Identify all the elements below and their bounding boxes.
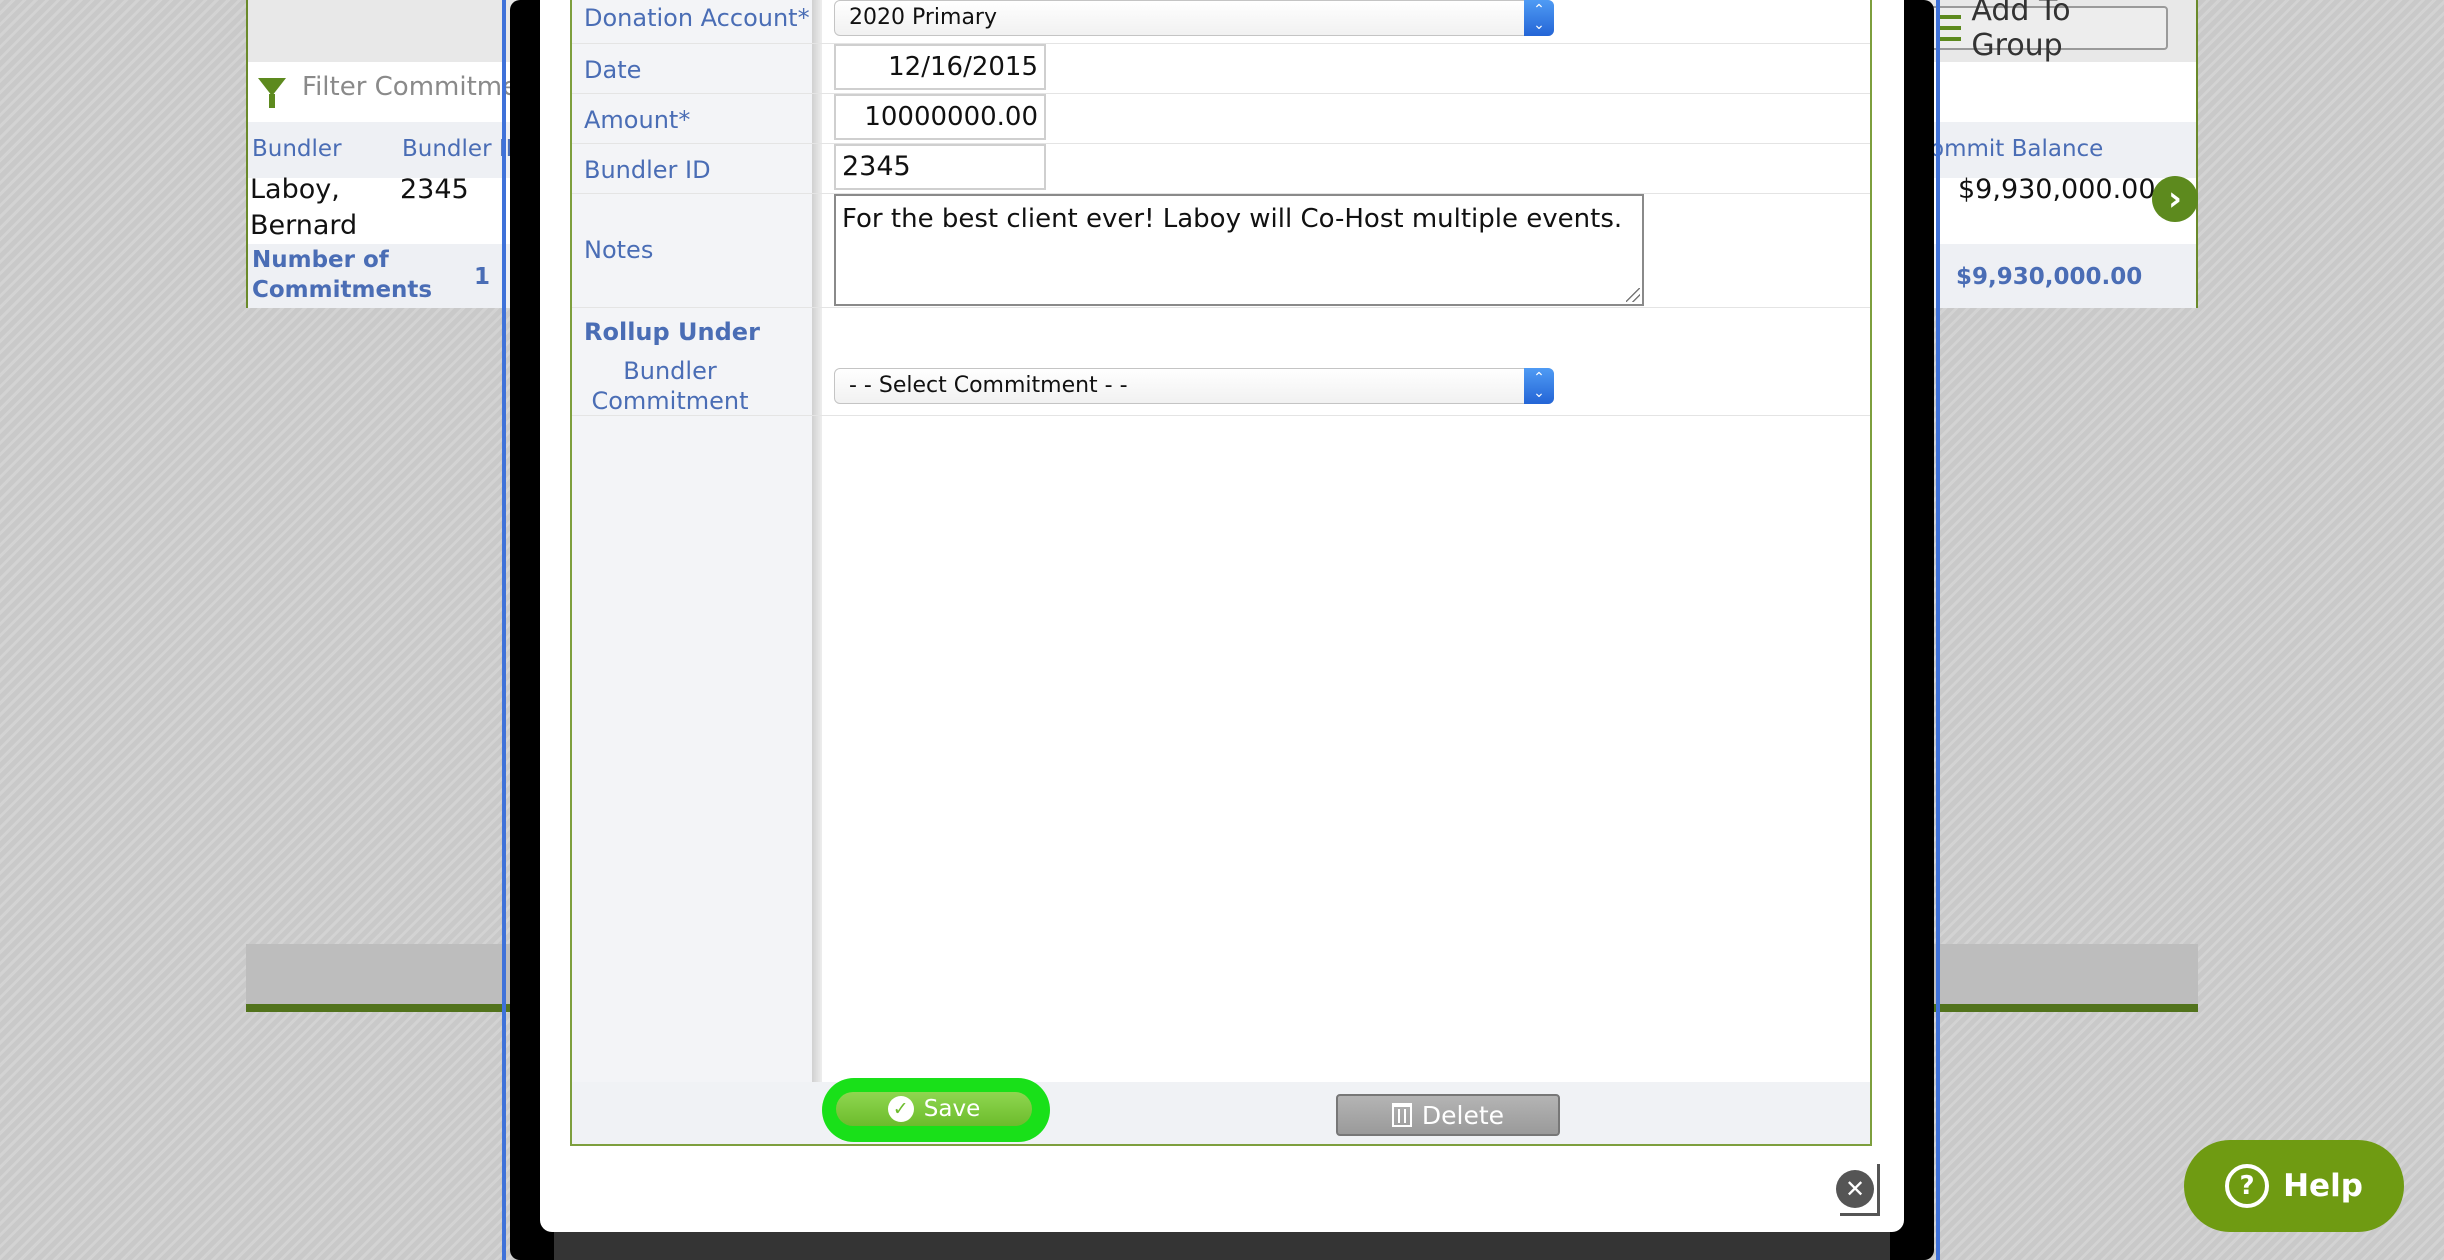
chevron-updown-icon: ⌃ ⌄ — [1524, 368, 1554, 404]
amount-field[interactable]: 10000000.00 — [834, 94, 1046, 140]
row-amount: Amount* 10000000.00 — [572, 94, 1870, 144]
column-commit-balance[interactable]: ommit Balance — [1930, 136, 2103, 162]
help-button[interactable]: ? Help — [2184, 1140, 2404, 1232]
resize-grip-icon[interactable] — [1626, 288, 1640, 302]
right-edge — [1936, 0, 1940, 1260]
footer-count: 1 — [474, 264, 491, 290]
bundler-id-label: Bundler ID — [584, 156, 711, 184]
help-label: Help — [2283, 1168, 2363, 1204]
question-icon: ? — [2225, 1164, 2270, 1208]
cell-bundler-id: 2345 — [400, 174, 469, 205]
date-field[interactable]: 12/16/2015 — [834, 44, 1046, 90]
donation-account-value: 2020 Primary — [849, 5, 997, 30]
column-bundler[interactable]: Bundler — [252, 136, 342, 162]
add-to-group-label: Add To Group — [1971, 0, 2071, 63]
bundler-commitment-value: - - Select Commitment - - — [849, 373, 1128, 398]
footer-total: $9,930,000.00 — [1956, 264, 2143, 290]
amount-label: Amount* — [584, 106, 691, 134]
notes-label: Notes — [584, 236, 654, 264]
bundler-commitment-select[interactable]: - - Select Commitment - - ⌃ ⌄ — [834, 368, 1554, 404]
rollup-under-label: Rollup Under — [584, 318, 760, 346]
row-donation-account: Donation Account* 2020 Primary ⌃ ⌄ — [572, 0, 1870, 44]
bundler-id-field[interactable]: 2345 — [834, 144, 1046, 190]
chevron-updown-icon: ⌃ ⌄ — [1524, 0, 1554, 36]
row-rollup-under: Rollup Under Bundler Commitment - - Sele… — [572, 308, 1870, 416]
cell-bundler: Laboy, Bernard — [250, 174, 358, 241]
row-bundler-id: Bundler ID 2345 — [572, 144, 1870, 194]
filter-icon — [258, 78, 286, 108]
footer-label: Number of Commitments — [252, 247, 433, 303]
commitment-form: Donation Account* 2020 Primary ⌃ ⌄ Date 1… — [570, 0, 1872, 1146]
donation-account-select[interactable]: 2020 Primary ⌃ ⌄ — [834, 0, 1554, 36]
left-edge — [502, 0, 506, 1260]
add-to-group-button[interactable]: Add To Group — [1928, 0, 2168, 63]
form-footer — [572, 1082, 1870, 1144]
save-button[interactable]: ✓ Save — [836, 1092, 1032, 1126]
save-label: Save — [923, 1096, 981, 1122]
notes-textarea[interactable]: For the best client ever! Laboy will Co-… — [834, 194, 1644, 306]
list-icon — [1940, 15, 1962, 41]
row-date: Date 12/16/2015 — [572, 44, 1870, 94]
filter-bar[interactable]: Filter Commitme — [258, 72, 519, 108]
donation-account-label: Donation Account* — [584, 4, 810, 32]
cell-commit-balance: $9,930,000.00 — [1958, 174, 2156, 205]
commitment-modal: Donation Account* 2020 Primary ⌃ ⌄ Date 1… — [540, 0, 1904, 1232]
date-label: Date — [584, 56, 642, 84]
delete-label: Delete — [1421, 1100, 1505, 1130]
bundler-commitment-label: Bundler Commitment — [591, 357, 749, 415]
trash-icon — [1391, 1103, 1412, 1127]
notes-value: For the best client ever! Laboy will Co-… — [842, 204, 1623, 234]
close-icon[interactable]: ✕ — [1836, 1170, 1874, 1208]
next-arrow-icon[interactable]: › — [2152, 176, 2198, 222]
filter-placeholder: Filter Commitme — [302, 72, 519, 102]
check-circle-icon: ✓ — [887, 1096, 914, 1122]
modal-bottom-bar — [554, 1232, 1890, 1260]
delete-button[interactable]: Delete — [1336, 1094, 1560, 1136]
